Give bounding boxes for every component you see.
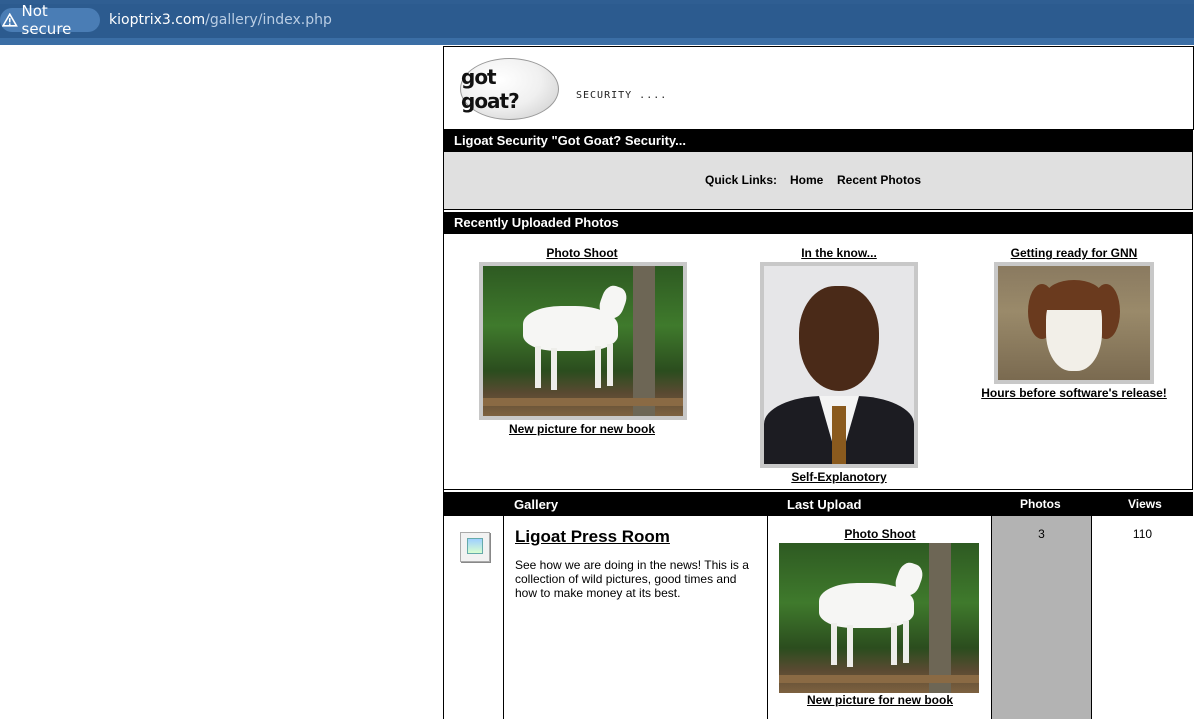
site-header: got goat? SECURITY .... [444, 46, 1194, 130]
views-column-header: Views [1128, 497, 1162, 511]
views-count-cell: 110 [1092, 516, 1193, 719]
security-indicator[interactable]: Not secure [0, 2, 100, 38]
recent-photo-card: Photo Shoot New picture for new book [479, 246, 687, 436]
recent-photos-grid: Photo Shoot New picture for new book In … [444, 234, 1193, 490]
url-path: /gallery/index.php [205, 12, 332, 28]
photo-title-link[interactable]: Photo Shoot [546, 246, 617, 260]
logo-text: got goat? [461, 65, 520, 113]
photos-count: 3 [1038, 527, 1045, 541]
quick-links-label: Quick Links: [705, 173, 778, 187]
white-goat-image [779, 543, 979, 693]
last-upload-column-header: Last Upload [787, 497, 862, 512]
photos-column-header: Photos [1020, 497, 1061, 511]
quick-links-bar: Quick Links: Home Recent Photos [444, 152, 1193, 210]
photo-title-link[interactable]: In the know... [801, 246, 877, 260]
photo-thumbnail[interactable] [760, 262, 918, 468]
url-host: kioptrix3.com [109, 12, 206, 28]
table-row: Ligoat Press Room See how we are doing i… [444, 516, 1193, 719]
recent-photos-link[interactable]: Recent Photos [837, 173, 921, 187]
gallery-info-cell: Ligoat Press Room See how we are doing i… [504, 516, 768, 719]
site-title-bar: Ligoat Security "Got Goat? Security... [444, 130, 1193, 152]
white-goat-image [483, 266, 683, 416]
browser-toolbar: Not secure kioptrix3.com/gallery/index.p… [0, 0, 1194, 45]
photo-thumbnail[interactable] [994, 262, 1154, 384]
url-text[interactable]: kioptrix3.com/gallery/index.php [109, 12, 332, 28]
home-link[interactable]: Home [790, 173, 823, 187]
photo-caption-link[interactable]: Hours before software's release! [981, 386, 1167, 400]
photo-thumbnail[interactable] [479, 262, 687, 420]
last-upload-title-link[interactable]: Photo Shoot [768, 527, 992, 541]
last-upload-thumbnail[interactable] [779, 543, 979, 693]
recent-photo-card: Getting ready for GNN Hours before softw… [981, 246, 1167, 400]
last-upload-cell: Photo Shoot New picture for new book [768, 516, 992, 719]
album-icon[interactable] [460, 532, 490, 562]
portrait-image [764, 266, 914, 464]
toolbar-bottom-edge [0, 38, 1194, 45]
site-tagline: SECURITY .... [576, 90, 668, 101]
warning-icon [2, 13, 18, 27]
gallery-column-header: Gallery [514, 497, 559, 512]
got-goat-logo: got goat? [460, 58, 559, 120]
security-label: Not secure [21, 2, 72, 38]
photo-caption-link[interactable]: Self-Explanotory [791, 470, 886, 484]
gallery-description: See how we are doing in the news! This i… [515, 558, 749, 600]
photo-caption-link[interactable]: New picture for new book [509, 422, 655, 436]
last-upload-caption-link[interactable]: New picture for new book [768, 693, 992, 707]
recent-photos-heading: Recently Uploaded Photos [444, 212, 1193, 234]
gallery-page: got goat? SECURITY .... Ligoat Security … [443, 46, 1194, 719]
gallery-table-header: Gallery Last Upload Photos Views [444, 492, 1193, 516]
recent-photo-card: In the know... Self-Explanotory [760, 246, 918, 484]
photos-count-cell: 3 [992, 516, 1092, 719]
photo-title-link[interactable]: Getting ready for GNN [1011, 246, 1138, 260]
gallery-name-link[interactable]: Ligoat Press Room [515, 527, 670, 547]
gallery-icon-cell [444, 516, 504, 719]
views-count: 110 [1132, 527, 1153, 541]
brown-goat-image [998, 266, 1150, 380]
